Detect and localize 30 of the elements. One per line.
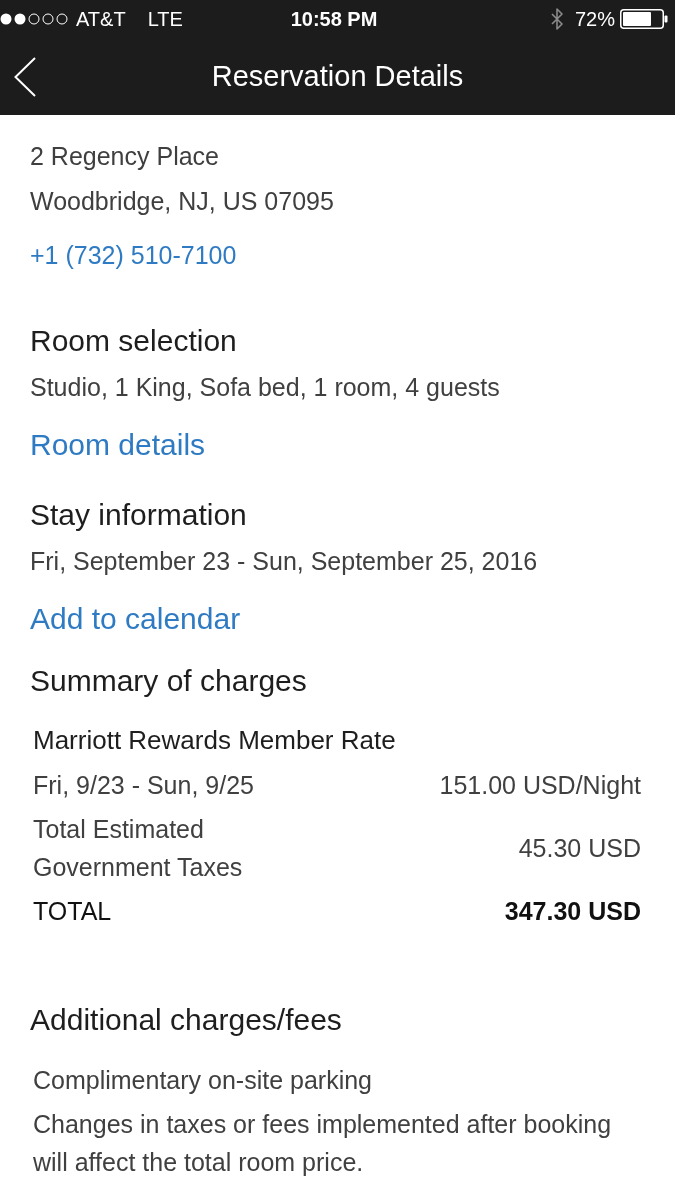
battery-icon: [620, 9, 668, 29]
total-amount: 347.30 USD: [504, 896, 641, 927]
text-link[interactable]: Add to calendar: [30, 599, 241, 639]
section-heading: Additional charges/fees: [30, 1002, 342, 1038]
rate-name: Marriott Rewards Member Rate: [33, 724, 396, 757]
section-heading: Room selection: [30, 323, 237, 359]
text-link[interactable]: Room details: [30, 425, 206, 465]
note-text: Changes in taxes or fees implemented after booking will affect the total room price.: [33, 1109, 613, 1178]
back-icon: [14, 56, 36, 97]
section-heading: Stay information: [30, 497, 247, 533]
bluetooth-icon: [550, 8, 563, 30]
note-text: Complimentary on-site parking: [33, 1065, 373, 1096]
charge-label: Fri, 9/23 - Sun, 9/25: [33, 770, 254, 801]
section-text: Studio, 1 King, Sofa bed, 1 room, 4 guests: [30, 372, 500, 403]
address-line: Woodbridge, NJ, US 07095: [30, 186, 334, 217]
section-text: Fri, September 23 - Sun, September 25, 2016: [30, 546, 538, 577]
network-type: LTE: [147, 7, 183, 31]
phone-link[interactable]: +1 (732) 510-7100: [30, 233, 237, 278]
clock-time: 10:58 PM: [290, 7, 378, 31]
address-line: 2 Regency Place: [30, 141, 219, 172]
back-button[interactable]: [14, 56, 36, 97]
carrier-name: AT&T: [76, 7, 126, 31]
battery-percentage: 72%: [574, 7, 615, 31]
charge-label: Total Estimated Government Taxes: [33, 814, 244, 883]
charge-amount: 151.00 USD/Night: [439, 770, 641, 801]
section-heading: Summary of charges: [30, 663, 307, 699]
charge-amount: 45.30 USD: [518, 833, 641, 864]
screen-title: Reservation Details: [211, 60, 464, 93]
signal-strength-icon: [0, 12, 68, 26]
total-label: TOTAL: [33, 896, 112, 927]
